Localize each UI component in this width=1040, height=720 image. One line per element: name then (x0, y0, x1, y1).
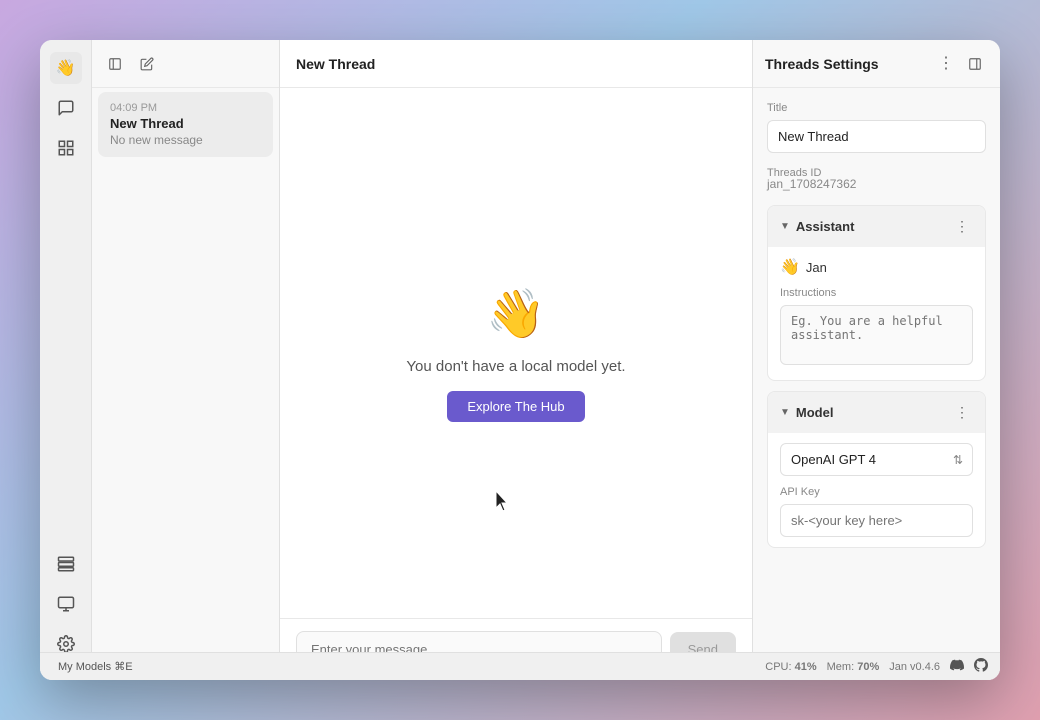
assistant-header-left: ▼ Assistant (780, 219, 854, 234)
thread-preview: No new message (110, 133, 261, 147)
status-bar: My Models ⌘E CPU: 41% Mem: 70% Jan v0.4.… (40, 652, 1000, 680)
github-icon[interactable] (974, 658, 988, 675)
model-select[interactable]: OpenAI GPT 4 (780, 443, 973, 476)
sidebar-wave-icon[interactable]: 👋 (50, 52, 82, 84)
assistant-name: Jan (806, 260, 827, 275)
assistant-section-header[interactable]: ▼ Assistant ⋮ (768, 206, 985, 247)
collapse-sidebar-button[interactable] (102, 51, 128, 77)
settings-more-icon[interactable]: ⋮ (934, 51, 958, 77)
api-key-label: API Key (780, 486, 973, 498)
settings-title-label: Title (767, 102, 986, 114)
api-key-input[interactable] (780, 504, 973, 537)
app-window: 👋 (40, 40, 1000, 680)
thread-item[interactable]: 04:09 PM New Thread No new message (98, 92, 273, 157)
settings-title-input[interactable] (767, 120, 986, 153)
model-section: ▼ Model ⋮ OpenAI GPT 4 ⇅ API Key (767, 391, 986, 548)
chevron-down-icon: ▼ (780, 221, 790, 232)
sidebar-grid-icon[interactable] (50, 132, 82, 164)
sidebar: 👋 (40, 40, 92, 680)
new-thread-button[interactable] (134, 51, 160, 77)
settings-header-icons: ⋮ (934, 51, 988, 77)
threads-panel: 04:09 PM New Thread No new message (92, 40, 280, 680)
assistant-emoji: 👋 (780, 257, 800, 277)
main-header: New Thread (280, 40, 752, 88)
threads-panel-header (92, 40, 279, 88)
main-header-title: New Thread (296, 56, 375, 72)
model-header-left: ▼ Model (780, 405, 833, 420)
model-select-wrapper: OpenAI GPT 4 ⇅ (780, 443, 973, 476)
settings-header: Threads Settings ⋮ (753, 40, 1000, 88)
model-more-icon[interactable]: ⋮ (951, 402, 973, 423)
settings-threads-id-value: jan_1708247362 (767, 177, 986, 191)
cursor (496, 491, 512, 513)
version-label: Jan v0.4.6 (889, 661, 940, 673)
instructions-textarea[interactable] (780, 305, 973, 365)
assistant-name-row: 👋 Jan (780, 257, 973, 277)
empty-state-emoji: 👋 (486, 285, 546, 342)
settings-title: Threads Settings (765, 56, 879, 72)
thread-time: 04:09 PM (110, 102, 261, 114)
assistant-body: 👋 Jan Instructions (768, 247, 985, 380)
chat-area: 👋 You don't have a local model yet. Expl… (280, 88, 752, 618)
discord-icon[interactable] (950, 658, 964, 675)
empty-state-text: You don't have a local model yet. (406, 358, 625, 375)
assistant-title: Assistant (796, 219, 855, 234)
status-bar-right: CPU: 41% Mem: 70% Jan v0.4.6 (765, 658, 988, 675)
chevron-down-icon-2: ▼ (780, 407, 790, 418)
instructions-label: Instructions (780, 287, 973, 299)
settings-panel: Threads Settings ⋮ Title Threads ID jan_… (752, 40, 1000, 680)
model-title: Model (796, 405, 834, 420)
main-content: New Thread 👋 You don't have a local mode… (280, 40, 752, 680)
model-section-header[interactable]: ▼ Model ⋮ (768, 392, 985, 433)
sidebar-computer-icon[interactable] (50, 588, 82, 620)
my-models-button[interactable]: My Models ⌘E (52, 658, 139, 675)
settings-body: Title Threads ID jan_1708247362 ▼ Assist… (753, 88, 1000, 680)
sidebar-chat-icon[interactable] (50, 92, 82, 124)
assistant-section: ▼ Assistant ⋮ 👋 Jan Instructions (767, 205, 986, 381)
sidebar-models-icon[interactable] (50, 548, 82, 580)
explore-hub-button[interactable]: Explore The Hub (447, 391, 584, 422)
assistant-more-icon[interactable]: ⋮ (951, 216, 973, 237)
model-body: OpenAI GPT 4 ⇅ API Key (768, 433, 985, 547)
thread-name: New Thread (110, 116, 261, 131)
settings-collapse-button[interactable] (962, 51, 988, 77)
mem-status: Mem: 70% (827, 661, 880, 673)
cpu-status: CPU: 41% (765, 661, 816, 673)
